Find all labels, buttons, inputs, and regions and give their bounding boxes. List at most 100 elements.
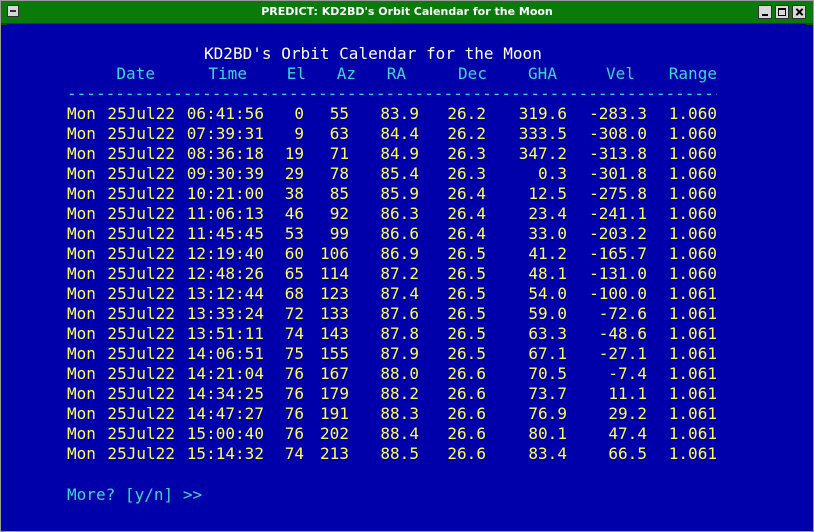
table-cell: 86.3 xyxy=(380,204,419,223)
table-cell: 1.061 xyxy=(668,364,717,383)
table-cell: 53 xyxy=(284,224,304,243)
table-cell: 85.4 xyxy=(380,164,419,183)
table-cell: 25Jul22 xyxy=(107,304,175,323)
table-cell: 09:30:39 xyxy=(186,164,264,183)
table-cell: 1.060 xyxy=(668,184,717,203)
table-cell: -72.6 xyxy=(598,304,647,323)
table-cell: Mon xyxy=(67,104,96,123)
maximize-button[interactable] xyxy=(775,5,789,19)
table-cell: 88.5 xyxy=(380,444,419,463)
table-cell: 25Jul22 xyxy=(107,104,175,123)
table-cell: 133 xyxy=(320,304,349,323)
table-cell: 14:47:27 xyxy=(186,404,264,423)
table-cell: 15:14:32 xyxy=(186,444,264,463)
table-cell: -165.7 xyxy=(589,244,647,263)
table-cell: 25Jul22 xyxy=(107,324,175,343)
table-cell: 76 xyxy=(284,364,304,383)
table-cell: 87.6 xyxy=(380,304,419,323)
table-cell: Mon xyxy=(67,384,96,403)
table-cell: 26.5 xyxy=(447,304,486,323)
table-cell: 23.4 xyxy=(528,204,567,223)
table-cell: 65 xyxy=(284,264,304,283)
close-button[interactable] xyxy=(792,5,806,19)
table-cell: 29.2 xyxy=(608,404,647,423)
table-cell: 60 xyxy=(284,244,304,263)
table-cell: Mon xyxy=(67,244,96,263)
table-cell: 85 xyxy=(329,184,349,203)
table-cell: 319.6 xyxy=(518,104,567,123)
table-cell: 1.061 xyxy=(668,324,717,343)
table-cell: 87.8 xyxy=(380,324,419,343)
separator-line: ----------------------------------------… xyxy=(67,84,717,103)
column-header-range: Range xyxy=(668,64,717,83)
table-cell: 68 xyxy=(284,284,304,303)
table-cell: 07:39:31 xyxy=(186,124,264,143)
table-cell: 11:45:45 xyxy=(186,224,264,243)
table-cell: 15:00:40 xyxy=(186,424,264,443)
table-cell: 63 xyxy=(329,124,349,143)
table-cell: 26.6 xyxy=(447,364,486,383)
table-cell: 12:48:26 xyxy=(186,264,264,283)
table-cell: Mon xyxy=(67,324,96,343)
table-cell: 11.1 xyxy=(608,384,647,403)
table-cell: 99 xyxy=(329,224,349,243)
table-cell: 114 xyxy=(320,264,349,283)
table-cell: 1.060 xyxy=(668,264,717,283)
table-cell: 55 xyxy=(329,104,349,123)
table-cell: 14:06:51 xyxy=(186,344,264,363)
table-cell: -313.8 xyxy=(589,144,647,163)
table-cell: 75 xyxy=(284,344,304,363)
table-cell: Mon xyxy=(67,144,96,163)
table-cell: 1.061 xyxy=(668,344,717,363)
table-cell: -275.8 xyxy=(589,184,647,203)
table-cell: Mon xyxy=(67,344,96,363)
table-cell: 26.3 xyxy=(447,164,486,183)
column-header-vel: Vel xyxy=(606,64,635,83)
table-cell: 84.4 xyxy=(380,124,419,143)
table-cell: -301.8 xyxy=(589,164,647,183)
table-cell: 12.5 xyxy=(528,184,567,203)
table-cell: 25Jul22 xyxy=(107,144,175,163)
column-header-date: Date xyxy=(116,64,155,83)
table-cell: 26.2 xyxy=(447,104,486,123)
table-cell: Mon xyxy=(67,304,96,323)
table-cell: 26.5 xyxy=(447,264,486,283)
column-header-az: Az xyxy=(336,64,356,83)
table-cell: 143 xyxy=(320,324,349,343)
table-cell: 1.061 xyxy=(668,404,717,423)
table-cell: 1.060 xyxy=(668,124,717,143)
table-cell: -308.0 xyxy=(589,124,647,143)
table-cell: 26.6 xyxy=(447,444,486,463)
table-cell: Mon xyxy=(67,284,96,303)
table-cell: 59.0 xyxy=(528,304,567,323)
table-cell: 13:12:44 xyxy=(186,284,264,303)
title-bar[interactable]: PREDICT: KD2BD's Orbit Calendar for the … xyxy=(1,1,813,25)
table-cell: -100.0 xyxy=(589,284,647,303)
terminal-border xyxy=(807,25,813,531)
table-cell: 80.1 xyxy=(528,424,567,443)
table-cell: 26.5 xyxy=(447,244,486,263)
more-prompt[interactable]: More? [y/n] >> xyxy=(67,485,202,505)
table-cell: 25Jul22 xyxy=(107,224,175,243)
table-cell: 25Jul22 xyxy=(107,124,175,143)
table-cell: Mon xyxy=(67,124,96,143)
table-cell: 1.060 xyxy=(668,164,717,183)
table-cell: 26.6 xyxy=(447,424,486,443)
table-cell: Mon xyxy=(67,184,96,203)
table-cell: 26.4 xyxy=(447,204,486,223)
minimize-button[interactable] xyxy=(758,5,772,19)
table-cell: Mon xyxy=(67,204,96,223)
table-cell: 83.4 xyxy=(528,444,567,463)
table-cell: 08:36:18 xyxy=(186,144,264,163)
table-cell: 10:21:00 xyxy=(186,184,264,203)
table-cell: 26.4 xyxy=(447,184,486,203)
table-cell: 25Jul22 xyxy=(107,344,175,363)
table-cell: 06:41:56 xyxy=(186,104,264,123)
table-cell: 25Jul22 xyxy=(107,364,175,383)
table-cell: 347.2 xyxy=(518,144,567,163)
terminal-area[interactable]: KD2BD's Orbit Calendar for the Moon Date… xyxy=(7,24,806,524)
table-cell: 25Jul22 xyxy=(107,444,175,463)
table-cell: 167 xyxy=(320,364,349,383)
table-cell: 38 xyxy=(284,184,304,203)
table-cell: 76.9 xyxy=(528,404,567,423)
